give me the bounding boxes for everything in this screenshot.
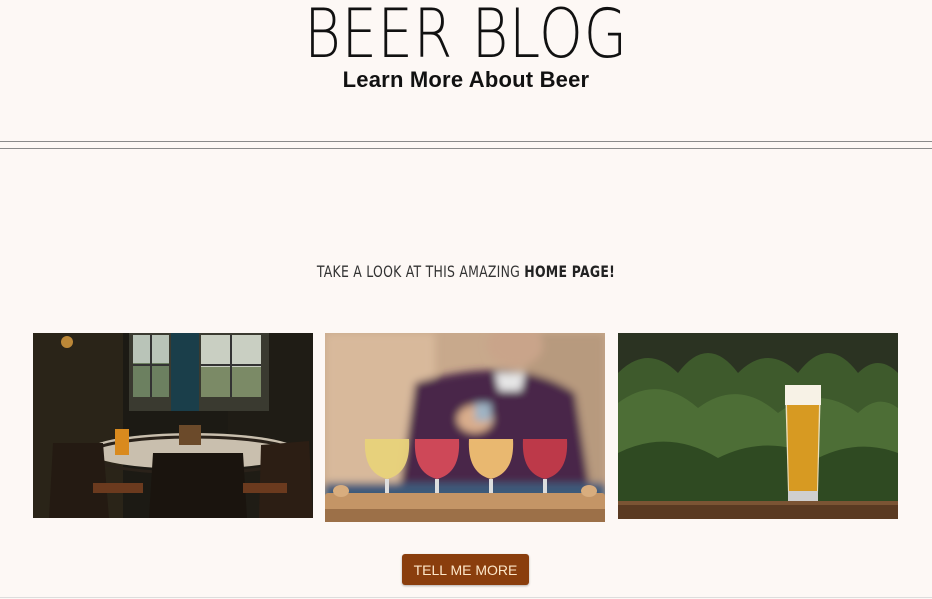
- pub-interior-photo[interactable]: [33, 333, 313, 518]
- intro-highlight: HOME PAGE!: [524, 262, 616, 281]
- pub-interior-image: [33, 333, 313, 518]
- footer-divider: [0, 597, 932, 598]
- intro-lead: TAKE A LOOK AT THIS AMAZING: [316, 262, 525, 281]
- site-header: BEER BLOG Learn More About Beer: [0, 0, 932, 150]
- beer-flight-photo[interactable]: [325, 333, 605, 522]
- intro-text: TAKE A LOOK AT THIS AMAZING HOME PAGE!: [103, 262, 830, 281]
- header-divider-bottom: [0, 148, 932, 149]
- beer-glass-garden-photo[interactable]: [618, 333, 898, 519]
- beer-glass-garden-image: [618, 333, 898, 519]
- beer-flight-image: [325, 333, 605, 522]
- site-title[interactable]: BEER BLOG: [84, 0, 848, 72]
- site-tagline: Learn More About Beer: [342, 67, 590, 92]
- header-divider-top: [0, 141, 932, 142]
- tell-me-more-button[interactable]: TELL ME MORE: [402, 554, 529, 585]
